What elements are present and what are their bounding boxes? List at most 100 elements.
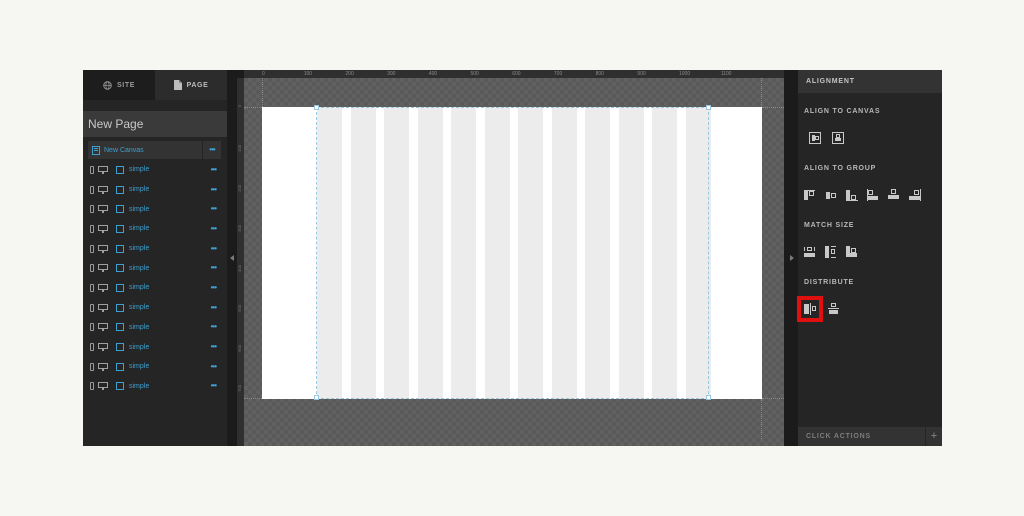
align-vertical-center-button[interactable] [888,189,901,202]
more-icon[interactable]: ••• [211,264,217,272]
desktop-icon[interactable] [98,224,108,233]
page-title[interactable]: New Page [83,111,227,137]
mobile-icon[interactable] [90,224,94,233]
element-icon [116,382,124,391]
resize-handle[interactable] [314,105,319,110]
layer-label: simple [129,304,150,312]
click-actions-bar[interactable]: CLICK ACTIONS + [798,427,942,446]
mobile-icon[interactable] [90,343,94,352]
grid-selection[interactable] [316,107,709,399]
mobile-icon[interactable] [90,283,94,292]
ruler-guide [244,398,262,399]
tab-page[interactable]: PAGE [155,70,227,100]
match-height-button[interactable] [825,246,838,259]
canvas-stage[interactable] [244,78,784,446]
mobile-icon[interactable] [90,303,94,312]
desktop-icon[interactable] [98,264,108,273]
distribute-horizontal-button[interactable] [797,296,823,322]
layer-list-item[interactable]: simple ••• [88,318,223,338]
mobile-icon[interactable] [90,362,94,371]
align-right-button[interactable] [909,189,922,202]
desktop-icon[interactable] [98,323,108,332]
layer-list-item[interactable]: simple ••• [88,377,223,397]
desktop-icon[interactable] [98,362,108,371]
more-icon[interactable]: ••• [211,323,217,331]
more-icon[interactable]: ••• [211,343,217,351]
more-icon[interactable]: ••• [211,362,217,371]
match-size-both-button[interactable] [846,246,859,259]
desktop-icon[interactable] [98,205,108,214]
resize-handle[interactable] [706,395,711,400]
h-ruler-label: 700 [553,71,563,77]
more-icon[interactable]: ••• [211,244,217,253]
more-icon[interactable]: ••• [211,205,217,213]
panel-tabs: SITE PAGE [83,70,227,100]
more-icon[interactable]: ••• [211,303,217,312]
tab-site[interactable]: SITE [83,70,155,100]
align-left-button[interactable] [867,189,880,202]
layer-list-item[interactable]: simple ••• [88,258,223,278]
more-icon[interactable]: ••• [211,224,217,233]
layer-list-item[interactable]: simple ••• [88,278,223,298]
align-to-group-title: ALIGN TO GROUP [804,165,877,172]
align-top-button[interactable] [804,189,817,202]
left-panel-collapse[interactable] [227,70,237,446]
match-width-button[interactable] [804,246,817,259]
canvas-more-button[interactable]: ••• [202,141,221,159]
align-canvas-vertical-center-button[interactable] [832,132,845,145]
layer-list-item[interactable]: simple ••• [88,219,223,239]
layer-list-item[interactable]: simple ••• [88,239,223,259]
element-icon [116,283,124,292]
globe-icon [103,80,112,90]
add-click-action-button[interactable]: + [925,427,942,446]
resize-handle[interactable] [314,395,319,400]
desktop-icon[interactable] [98,303,108,312]
v-ruler-label: 100 [237,145,242,152]
layer-label: simple [129,245,150,253]
more-icon[interactable]: ••• [211,283,217,292]
more-icon[interactable]: ••• [211,165,217,174]
more-icon[interactable]: ••• [211,382,217,390]
layer-label: simple [129,343,150,351]
layer-label: simple [129,363,150,371]
element-icon [116,323,124,332]
mobile-icon[interactable] [90,205,94,214]
layer-list-item[interactable]: simple ••• [88,337,223,357]
mobile-icon[interactable] [90,382,94,391]
match-size-controls [804,246,859,259]
canvas-list-item[interactable]: New Canvas ••• [88,141,221,159]
align-bottom-button[interactable] [846,189,859,202]
resize-handle[interactable] [706,105,711,110]
layer-label: simple [129,382,150,390]
align-horizontal-center-button[interactable] [825,189,838,202]
element-icon [116,362,124,371]
ruler-corner [237,70,244,78]
layer-list-item[interactable]: simple ••• [88,298,223,318]
desktop-icon[interactable] [98,382,108,391]
v-ruler-label: 400 [237,265,242,272]
right-panel-collapse[interactable] [784,70,798,446]
layer-list-item[interactable]: simple ••• [88,160,223,180]
layer-list-item[interactable]: simple ••• [88,180,223,200]
more-icon[interactable]: ••• [211,185,217,194]
desktop-icon[interactable] [98,185,108,194]
layer-list-item[interactable]: simple ••• [88,199,223,219]
v-ruler-label: 500 [237,305,242,312]
align-canvas-horizontal-center-button[interactable] [809,132,822,145]
page-icon [173,80,182,90]
element-icon [116,303,124,312]
desktop-icon[interactable] [98,244,108,253]
ruler-guide [762,398,784,399]
mobile-icon[interactable] [90,165,94,174]
distribute-controls [797,296,841,322]
artboard[interactable] [262,105,762,400]
layer-list-item[interactable]: simple ••• [88,357,223,377]
desktop-icon[interactable] [98,283,108,292]
mobile-icon[interactable] [90,244,94,253]
mobile-icon[interactable] [90,264,94,273]
desktop-icon[interactable] [98,165,108,174]
mobile-icon[interactable] [90,185,94,194]
mobile-icon[interactable] [90,323,94,332]
desktop-icon[interactable] [98,343,108,352]
distribute-vertical-button[interactable] [828,303,841,316]
